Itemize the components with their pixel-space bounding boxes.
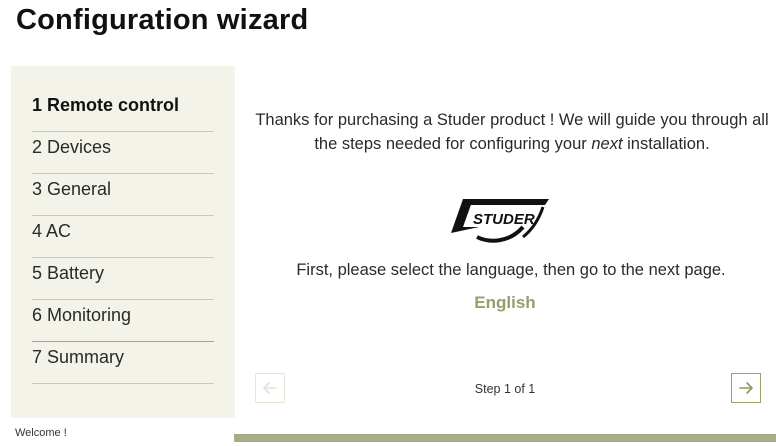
step-list: 1 Remote control 2 Devices 3 General 4 A… — [11, 90, 235, 384]
wizard-content: Thanks for purchasing a Studer product !… — [235, 66, 775, 418]
studer-logo-text: STUDER — [473, 211, 535, 228]
studer-logo: STUDER — [451, 199, 549, 243]
page-title: Configuration wizard — [16, 4, 309, 36]
step-item-monitoring[interactable]: 6 Monitoring — [32, 300, 214, 342]
step-item-ac[interactable]: 4 AC — [32, 216, 214, 258]
step-item-devices[interactable]: 2 Devices — [32, 132, 214, 174]
step-item-remote-control[interactable]: 1 Remote control — [32, 90, 214, 132]
intro-text: Thanks for purchasing a Studer product !… — [249, 108, 775, 156]
language-prompt: First, please select the language, then … — [296, 261, 726, 279]
wizard-sidebar: 1 Remote control 2 Devices 3 General 4 A… — [11, 66, 235, 418]
step-item-general[interactable]: 3 General — [32, 174, 214, 216]
step-counter: Step 1 of 1 — [474, 382, 536, 396]
footer-status-label: Welcome ! — [15, 427, 67, 439]
next-button[interactable] — [731, 373, 761, 403]
language-selector[interactable]: English — [235, 293, 775, 313]
arrow-right-icon — [739, 382, 753, 394]
step-item-summary[interactable]: 7 Summary — [32, 342, 214, 384]
footer-bar — [234, 434, 776, 442]
step-item-battery[interactable]: 5 Battery — [32, 258, 214, 300]
wizard-panel: 1 Remote control 2 Devices 3 General 4 A… — [11, 66, 775, 418]
intro-text-emphasis: next — [591, 135, 623, 153]
intro-text-part2: installation. — [622, 135, 710, 153]
